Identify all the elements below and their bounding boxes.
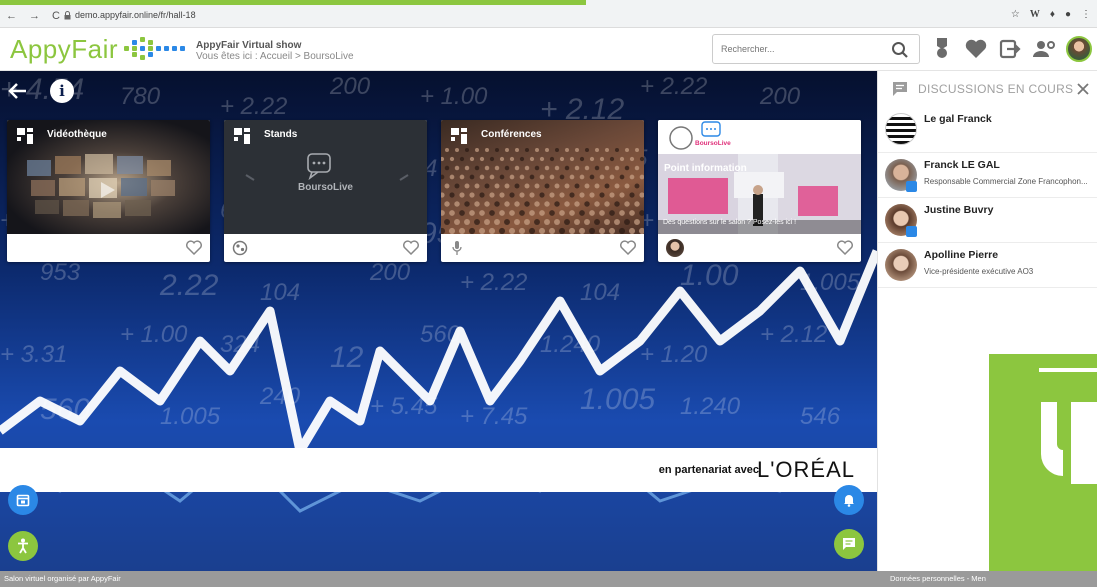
contact-avatar [885, 113, 917, 145]
hall-grid-icon [234, 128, 250, 144]
contact-role: Responsable Commercial Zone Francophon..… [924, 177, 1088, 186]
info-icon[interactable]: i [50, 79, 74, 103]
logout-icon[interactable] [998, 37, 1022, 61]
appyfair-green-graphic [989, 354, 1097, 587]
search-icon[interactable] [891, 41, 909, 59]
bookmark-star-icon[interactable]: ☆ [1011, 9, 1020, 20]
accessibility-icon [18, 538, 28, 554]
accessibility-button[interactable] [8, 531, 38, 561]
card-title: Point information [664, 163, 747, 174]
browser-nav: ← → C [6, 10, 60, 22]
user-badge-icon [906, 226, 917, 237]
search-input[interactable] [721, 44, 881, 54]
contact-avatar [885, 249, 917, 281]
header-icons [930, 36, 1092, 62]
card-title: Vidéothèque [47, 129, 107, 140]
card-footer [658, 234, 861, 262]
extension-w-icon[interactable]: W [1030, 9, 1040, 20]
card-title: Stands [264, 129, 298, 140]
menu-kebab-icon[interactable]: ⋮ [1081, 9, 1091, 20]
panel-divider [878, 287, 1097, 288]
loreal-logo: L'ORÉAL [756, 457, 855, 482]
favorite-heart-icon[interactable] [620, 240, 636, 255]
contact-name: Justine Buvry [924, 204, 994, 216]
user-badge-icon [906, 181, 917, 192]
videotheque-image [7, 120, 210, 234]
favorite-heart-icon[interactable] [837, 240, 853, 255]
contact-item[interactable]: Le gal Franck [878, 107, 1097, 152]
reload-icon[interactable]: C [52, 10, 60, 22]
url-text: demo.appyfair.online/fr/hall-18 [75, 10, 196, 20]
card-footer [7, 234, 210, 262]
globe-icon [232, 240, 248, 256]
page-footer: Salon virtuel organisé par AppyFair Donn… [0, 571, 1097, 587]
back-arrow-icon[interactable] [6, 79, 30, 103]
browser-chrome: ← → C demo.appyfair.online/fr/hall-18 ☆ … [0, 0, 1097, 28]
bell-icon [844, 495, 854, 507]
host-avatar [666, 239, 684, 257]
stands-brand: BoursoLive [297, 182, 353, 193]
footer-organizer[interactable]: Salon virtuel organisé par AppyFair [4, 574, 121, 583]
footer-legal-link[interactable]: Données personnelles - Men [890, 574, 986, 583]
user-avatar[interactable] [1066, 36, 1092, 62]
partner-text: en partenariat avec [658, 464, 759, 476]
top-accent-strip [0, 0, 586, 5]
browser-extensions: ☆ W ♦ ● ⋮ [1011, 9, 1091, 20]
card-point-information[interactable]: BoursoLive Point information Des questio… [658, 120, 861, 262]
appyfair-logo[interactable]: AppyFair [10, 34, 118, 65]
contact-item[interactable]: Justine Buvry [878, 197, 1097, 242]
info-brand: BoursoLive [695, 140, 731, 147]
favorite-heart-icon[interactable] [403, 240, 419, 255]
card-title: Conférences [481, 129, 542, 140]
calendar-button[interactable] [8, 485, 38, 515]
point-information-image [658, 120, 861, 234]
heart-icon[interactable] [964, 37, 988, 61]
contact-name: Apolline Pierre [924, 249, 999, 261]
profile-icon[interactable]: ● [1065, 9, 1071, 20]
card-stands[interactable]: BoursoLive Stands [224, 120, 427, 262]
card-footer [224, 234, 427, 262]
card-videotheque[interactable]: Vidéothèque [7, 120, 210, 262]
hall-grid-icon [17, 128, 33, 144]
chat-bubble-icon [843, 538, 855, 550]
contact-name: Le gal Franck [924, 113, 992, 125]
conferences-image [441, 120, 644, 234]
back-arrow-icon[interactable]: ← [6, 10, 17, 22]
contact-item[interactable]: Franck LE GAL Responsable Commercial Zon… [878, 152, 1097, 197]
breadcrumb: Vous êtes ici : Accueil > BoursoLive [196, 51, 354, 62]
mic-icon [452, 241, 462, 255]
hall-stage: + 4.54 780 + 2.22 200 + 1.00 + 2.12 + 2.22 200 +… [0, 71, 877, 571]
notifications-button[interactable] [834, 485, 864, 515]
app-header: AppyFair AppyFair Virtual show Vous êtes… [0, 28, 1097, 71]
stands-image [224, 120, 427, 234]
chat-button[interactable] [834, 529, 864, 559]
extension-puzzle-icon[interactable]: ♦ [1050, 9, 1055, 20]
info-caption: Des questions sur le salon ? Posez-les i… [663, 219, 797, 226]
lock-icon [64, 10, 71, 19]
chat-bubble-icon [893, 82, 907, 96]
users-settings-icon[interactable] [1032, 37, 1056, 61]
card-footer [441, 234, 644, 262]
favorite-heart-icon[interactable] [186, 240, 202, 255]
contact-role: Vice-présidente exécutive AO3 [924, 267, 1034, 276]
search-box[interactable] [712, 34, 920, 64]
close-icon[interactable] [1075, 81, 1091, 97]
hall-cards: Vidéothèque BoursoLive Stands Conférence… [7, 120, 861, 262]
logo-dots-icon [124, 37, 186, 61]
discussions-title: DISCUSSIONS EN COURS [918, 82, 1074, 96]
contact-name: Franck LE GAL [924, 159, 1000, 171]
medal-icon[interactable] [930, 37, 954, 61]
partner-banner: en partenariat avec L'ORÉAL [0, 448, 877, 492]
hall-grid-icon [451, 128, 467, 144]
calendar-icon [16, 494, 30, 507]
show-title: AppyFair Virtual show [196, 40, 302, 51]
contact-item[interactable]: Apolline Pierre Vice-présidente exécutiv… [878, 242, 1097, 287]
card-conferences[interactable]: Conférences [441, 120, 644, 262]
address-bar[interactable]: demo.appyfair.online/fr/hall-18 [64, 10, 196, 20]
forward-arrow-icon[interactable]: → [29, 10, 40, 22]
discussions-header: DISCUSSIONS EN COURS [878, 71, 1097, 107]
